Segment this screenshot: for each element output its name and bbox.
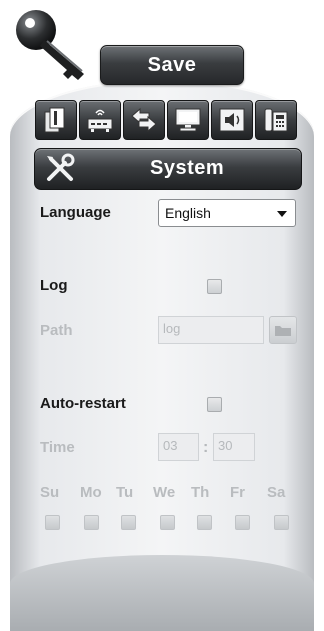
log-label: Log — [40, 277, 68, 294]
section-title: System — [150, 157, 225, 179]
display-tool-button[interactable] — [167, 100, 209, 140]
day-label-friday: Fr — [230, 484, 245, 501]
panel-footer — [10, 555, 314, 631]
hour-input[interactable]: 03 — [158, 433, 199, 461]
day-label-wednesday: We — [153, 484, 176, 501]
path-input-value: log — [163, 321, 181, 336]
path-label: Path — [40, 322, 73, 339]
auto-restart-checkbox[interactable] — [207, 397, 222, 412]
minute-input-value: 30 — [218, 438, 233, 453]
day-label-monday: Mo — [80, 484, 102, 501]
minute-input[interactable]: 30 — [213, 433, 255, 461]
audio-tool-button[interactable] — [211, 100, 253, 140]
documents-tool-button[interactable] — [35, 100, 77, 140]
day-checkbox-tuesday[interactable] — [121, 515, 136, 530]
save-button-label: Save — [147, 53, 197, 76]
documents-icon — [44, 107, 65, 133]
tools-icon — [47, 153, 75, 181]
language-label: Language — [40, 204, 111, 221]
day-checkbox-friday[interactable] — [235, 515, 250, 530]
auto-restart-label: Auto-restart — [40, 395, 126, 412]
category-toolbar — [35, 100, 297, 140]
time-label: Time — [40, 439, 75, 456]
day-label-thursday: Th — [191, 484, 210, 501]
network-tool-button[interactable] — [79, 100, 121, 140]
speaker-icon — [219, 108, 245, 132]
day-label-sunday: Su — [40, 484, 60, 501]
day-checkbox-sunday[interactable] — [45, 515, 60, 530]
day-checkbox-monday[interactable] — [84, 515, 99, 530]
browse-folder-button[interactable] — [269, 316, 297, 344]
language-selected-value: English — [165, 205, 211, 221]
phone-icon — [264, 108, 288, 132]
transfer-tool-button[interactable] — [123, 100, 165, 140]
day-checkbox-saturday[interactable] — [274, 515, 289, 530]
day-checkbox-thursday[interactable] — [197, 515, 212, 530]
chevron-down-icon — [277, 211, 287, 217]
section-header: System — [34, 148, 302, 190]
day-checkbox-wednesday[interactable] — [160, 515, 175, 530]
transfer-arrows-icon — [131, 107, 157, 133]
router-icon — [87, 109, 113, 132]
hour-input-value: 03 — [163, 438, 178, 453]
folder-icon — [275, 326, 291, 336]
key-icon — [16, 10, 84, 80]
log-checkbox[interactable] — [207, 279, 222, 294]
path-input[interactable]: log — [158, 316, 264, 344]
phone-tool-button[interactable] — [255, 100, 297, 140]
time-separator: : — [203, 439, 209, 456]
language-select[interactable]: English — [158, 199, 296, 227]
day-label-tuesday: Tu — [116, 484, 134, 501]
day-label-saturday: Sa — [267, 484, 286, 501]
save-button[interactable]: Save — [100, 45, 244, 85]
monitor-icon — [175, 108, 201, 132]
